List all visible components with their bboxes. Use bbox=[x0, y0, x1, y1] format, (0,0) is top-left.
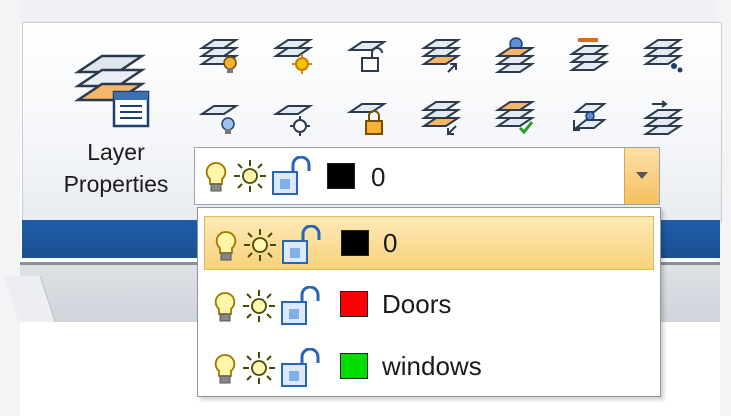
layer-list-item[interactable]: windows bbox=[204, 340, 654, 394]
unlock-icon bbox=[281, 286, 320, 325]
layer-state-button[interactable] bbox=[642, 98, 686, 138]
layer-previous-button[interactable] bbox=[568, 36, 612, 76]
unlock-icon bbox=[272, 156, 311, 195]
layer-walk-icon bbox=[642, 39, 684, 73]
layer-merge-button[interactable] bbox=[494, 98, 538, 138]
layer-color-swatch bbox=[327, 163, 355, 189]
layer-name: Doors bbox=[382, 289, 452, 319]
layer-list-item[interactable]: 0 bbox=[204, 216, 654, 270]
layer-match-button[interactable] bbox=[420, 36, 464, 76]
bulb-icon bbox=[214, 292, 236, 322]
layer-lock-button[interactable] bbox=[346, 36, 390, 76]
window-left-strip bbox=[0, 0, 20, 416]
layer-properties-icon bbox=[73, 54, 150, 128]
layer-change-icon bbox=[420, 101, 462, 135]
current-layer-name: 0 bbox=[371, 162, 386, 192]
layer-properties-label-line2: Properties bbox=[63, 171, 169, 197]
layer-walk-button[interactable] bbox=[642, 36, 686, 76]
layer-translate-button[interactable] bbox=[568, 98, 612, 138]
window-top-strip bbox=[0, 0, 731, 24]
layer-thaw-button[interactable] bbox=[272, 98, 316, 138]
layer-properties-label: Layer Properties bbox=[46, 136, 186, 200]
layer-combo-box[interactable]: 0 bbox=[194, 147, 660, 205]
sun-icon bbox=[234, 160, 266, 192]
layer-name: 0 bbox=[383, 228, 398, 258]
layer-dropdown-list: 0 Doors windows bbox=[197, 207, 661, 397]
layer-color-swatch bbox=[340, 291, 368, 317]
layer-freeze-icon bbox=[272, 39, 314, 74]
layer-merge-icon bbox=[494, 101, 536, 135]
layer-change-button[interactable] bbox=[420, 98, 464, 138]
sun-icon bbox=[243, 290, 275, 322]
chevron-down-icon bbox=[636, 172, 648, 179]
layer-isolate-button[interactable] bbox=[494, 36, 538, 76]
layer-name: windows bbox=[382, 351, 482, 381]
bulb-icon bbox=[215, 231, 237, 261]
layer-unlock-icon bbox=[346, 103, 388, 135]
combo-dropdown-button[interactable] bbox=[624, 148, 659, 204]
layer-list-item[interactable]: Doors bbox=[204, 278, 654, 332]
bulb-icon bbox=[214, 354, 236, 384]
layer-off-button[interactable] bbox=[198, 36, 242, 76]
layer-thaw-icon bbox=[272, 105, 314, 136]
layer-lock-icon bbox=[346, 41, 388, 72]
sun-icon bbox=[244, 229, 276, 261]
unlock-icon bbox=[282, 225, 321, 264]
unlock-icon bbox=[281, 348, 320, 387]
layer-on-button[interactable] bbox=[198, 98, 242, 138]
layer-freeze-button[interactable] bbox=[272, 36, 316, 76]
layer-previous-icon bbox=[568, 38, 610, 71]
layer-on-icon bbox=[198, 105, 240, 134]
layer-isolate-icon bbox=[494, 37, 536, 73]
layer-off-icon bbox=[198, 39, 240, 73]
layer-color-swatch bbox=[340, 353, 368, 379]
layer-translate-icon bbox=[573, 103, 607, 131]
layer-match-icon bbox=[420, 39, 462, 73]
layer-properties-label-line1: Layer bbox=[87, 139, 145, 165]
layer-state-icon bbox=[642, 100, 684, 135]
bulb-icon bbox=[205, 162, 227, 192]
sun-icon bbox=[243, 352, 275, 384]
layer-color-swatch bbox=[341, 230, 369, 256]
layer-unlock-button[interactable] bbox=[346, 98, 390, 138]
layer-properties-button[interactable]: Layer Properties bbox=[40, 30, 190, 205]
